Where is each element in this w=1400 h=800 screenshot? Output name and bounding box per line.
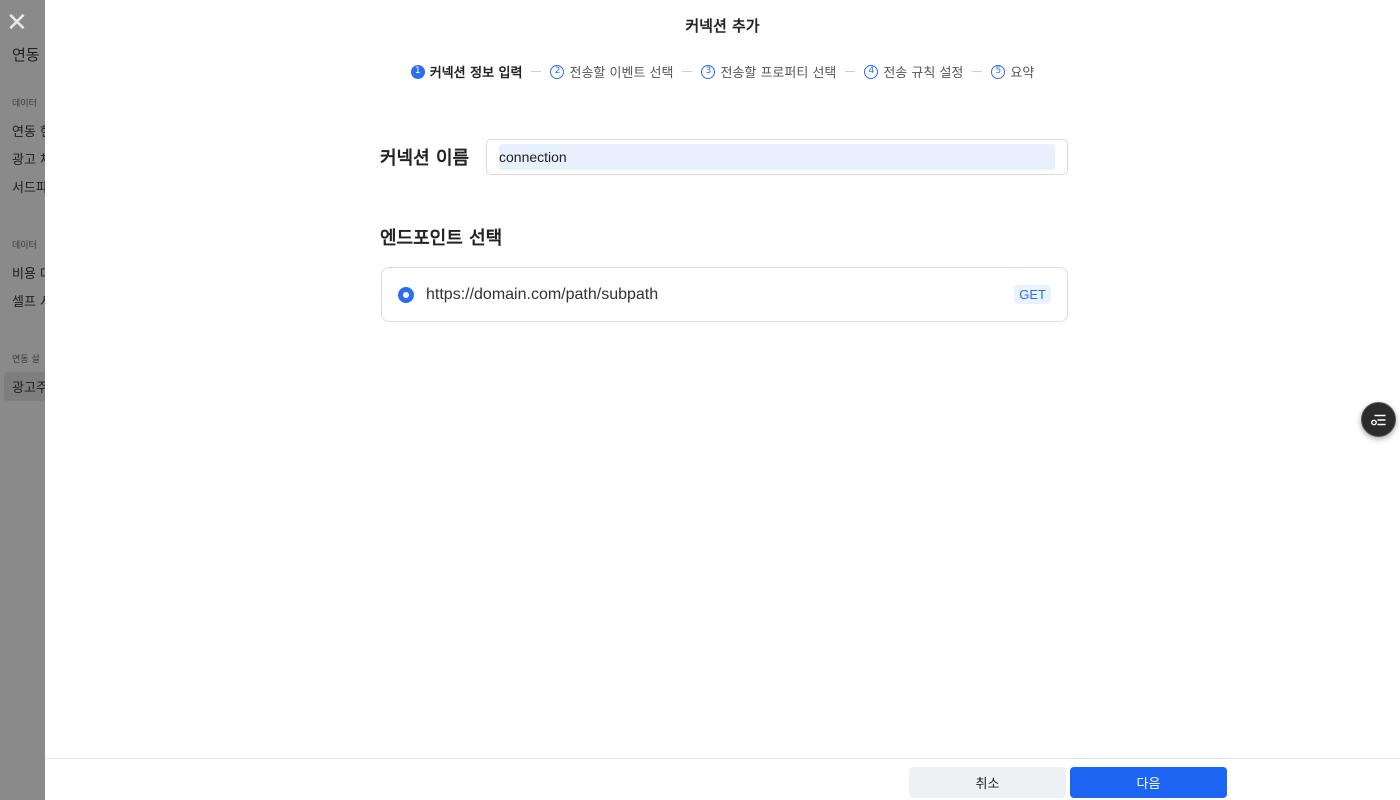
step-label: 전송 규칙 설정 [883, 66, 964, 81]
cancel-button[interactable]: 취소 [909, 767, 1066, 798]
step-separator [531, 71, 542, 72]
step-4: 4 전송 규칙 설정 [864, 62, 963, 81]
floating-menu-button[interactable] [1361, 402, 1396, 437]
modal-footer: 취소 다음 [45, 758, 1400, 800]
modal-title: 커넥션 추가 [685, 17, 760, 35]
stepper: 1 커넥션 정보 입력 2 전송할 이벤트 선택 3 전송할 프로퍼티 선택 4… [45, 62, 1400, 81]
background-section-label: 데이터 [12, 99, 37, 109]
step-5: 5 요약 [991, 62, 1034, 81]
add-connection-modal: 커넥션 추가 1 커넥션 정보 입력 2 전송할 이벤트 선택 3 전송할 프로… [45, 0, 1400, 800]
next-button[interactable]: 다음 [1070, 767, 1227, 798]
endpoint-option[interactable]: https://domain.com/path/subpath GET [381, 267, 1068, 322]
step-1: 1 커넥션 정보 입력 [410, 62, 523, 81]
step-separator [682, 71, 693, 72]
background-section-label: 연동 설 [12, 355, 40, 365]
step-2: 2 전송할 이벤트 선택 [550, 62, 673, 81]
background-title: 연동 [12, 46, 40, 64]
connection-name-input[interactable] [499, 144, 1055, 170]
connection-name-field [486, 139, 1068, 175]
http-method-badge: GET [1014, 285, 1051, 304]
background-section-label: 데이터 [12, 241, 37, 251]
background-menu-item: 비용 데 [12, 267, 45, 282]
radio-selected-dot [403, 291, 409, 298]
background-menu-item: 연동 현 [12, 125, 45, 140]
step-separator [845, 71, 856, 72]
list-settings-icon [1370, 414, 1386, 425]
step-number: 3 [701, 64, 716, 79]
step-number: 5 [991, 64, 1006, 79]
step-label: 전송할 프로퍼티 선택 [720, 66, 837, 81]
background-menu-item: 셀프 서 [12, 295, 45, 310]
step-number: 2 [550, 64, 565, 79]
connection-name-label: 커넥션 이름 [380, 148, 470, 169]
background-sidebar: ✕ 연동 데이터 연동 현 광고 채 서드파 데이터 비용 데 셀프 서 연동 … [0, 0, 45, 800]
endpoint-radio[interactable] [398, 286, 414, 303]
endpoint-section-title: 엔드포인트 선택 [380, 228, 503, 249]
step-separator [972, 71, 983, 72]
background-menu-item-active: 광고주 [4, 372, 45, 401]
close-icon[interactable]: ✕ [6, 10, 28, 36]
step-label: 전송할 이벤트 선택 [569, 66, 674, 81]
background-menu-item: 광고 채 [12, 153, 45, 168]
endpoint-url: https://domain.com/path/subpath [426, 285, 659, 303]
step-3: 3 전송할 프로퍼티 선택 [701, 62, 836, 81]
step-label: 커넥션 정보 입력 [429, 66, 523, 81]
step-number: 4 [864, 64, 879, 79]
background-menu-item: 서드파 [12, 181, 45, 196]
step-number: 1 [410, 64, 425, 79]
step-label: 요약 [1010, 66, 1035, 81]
